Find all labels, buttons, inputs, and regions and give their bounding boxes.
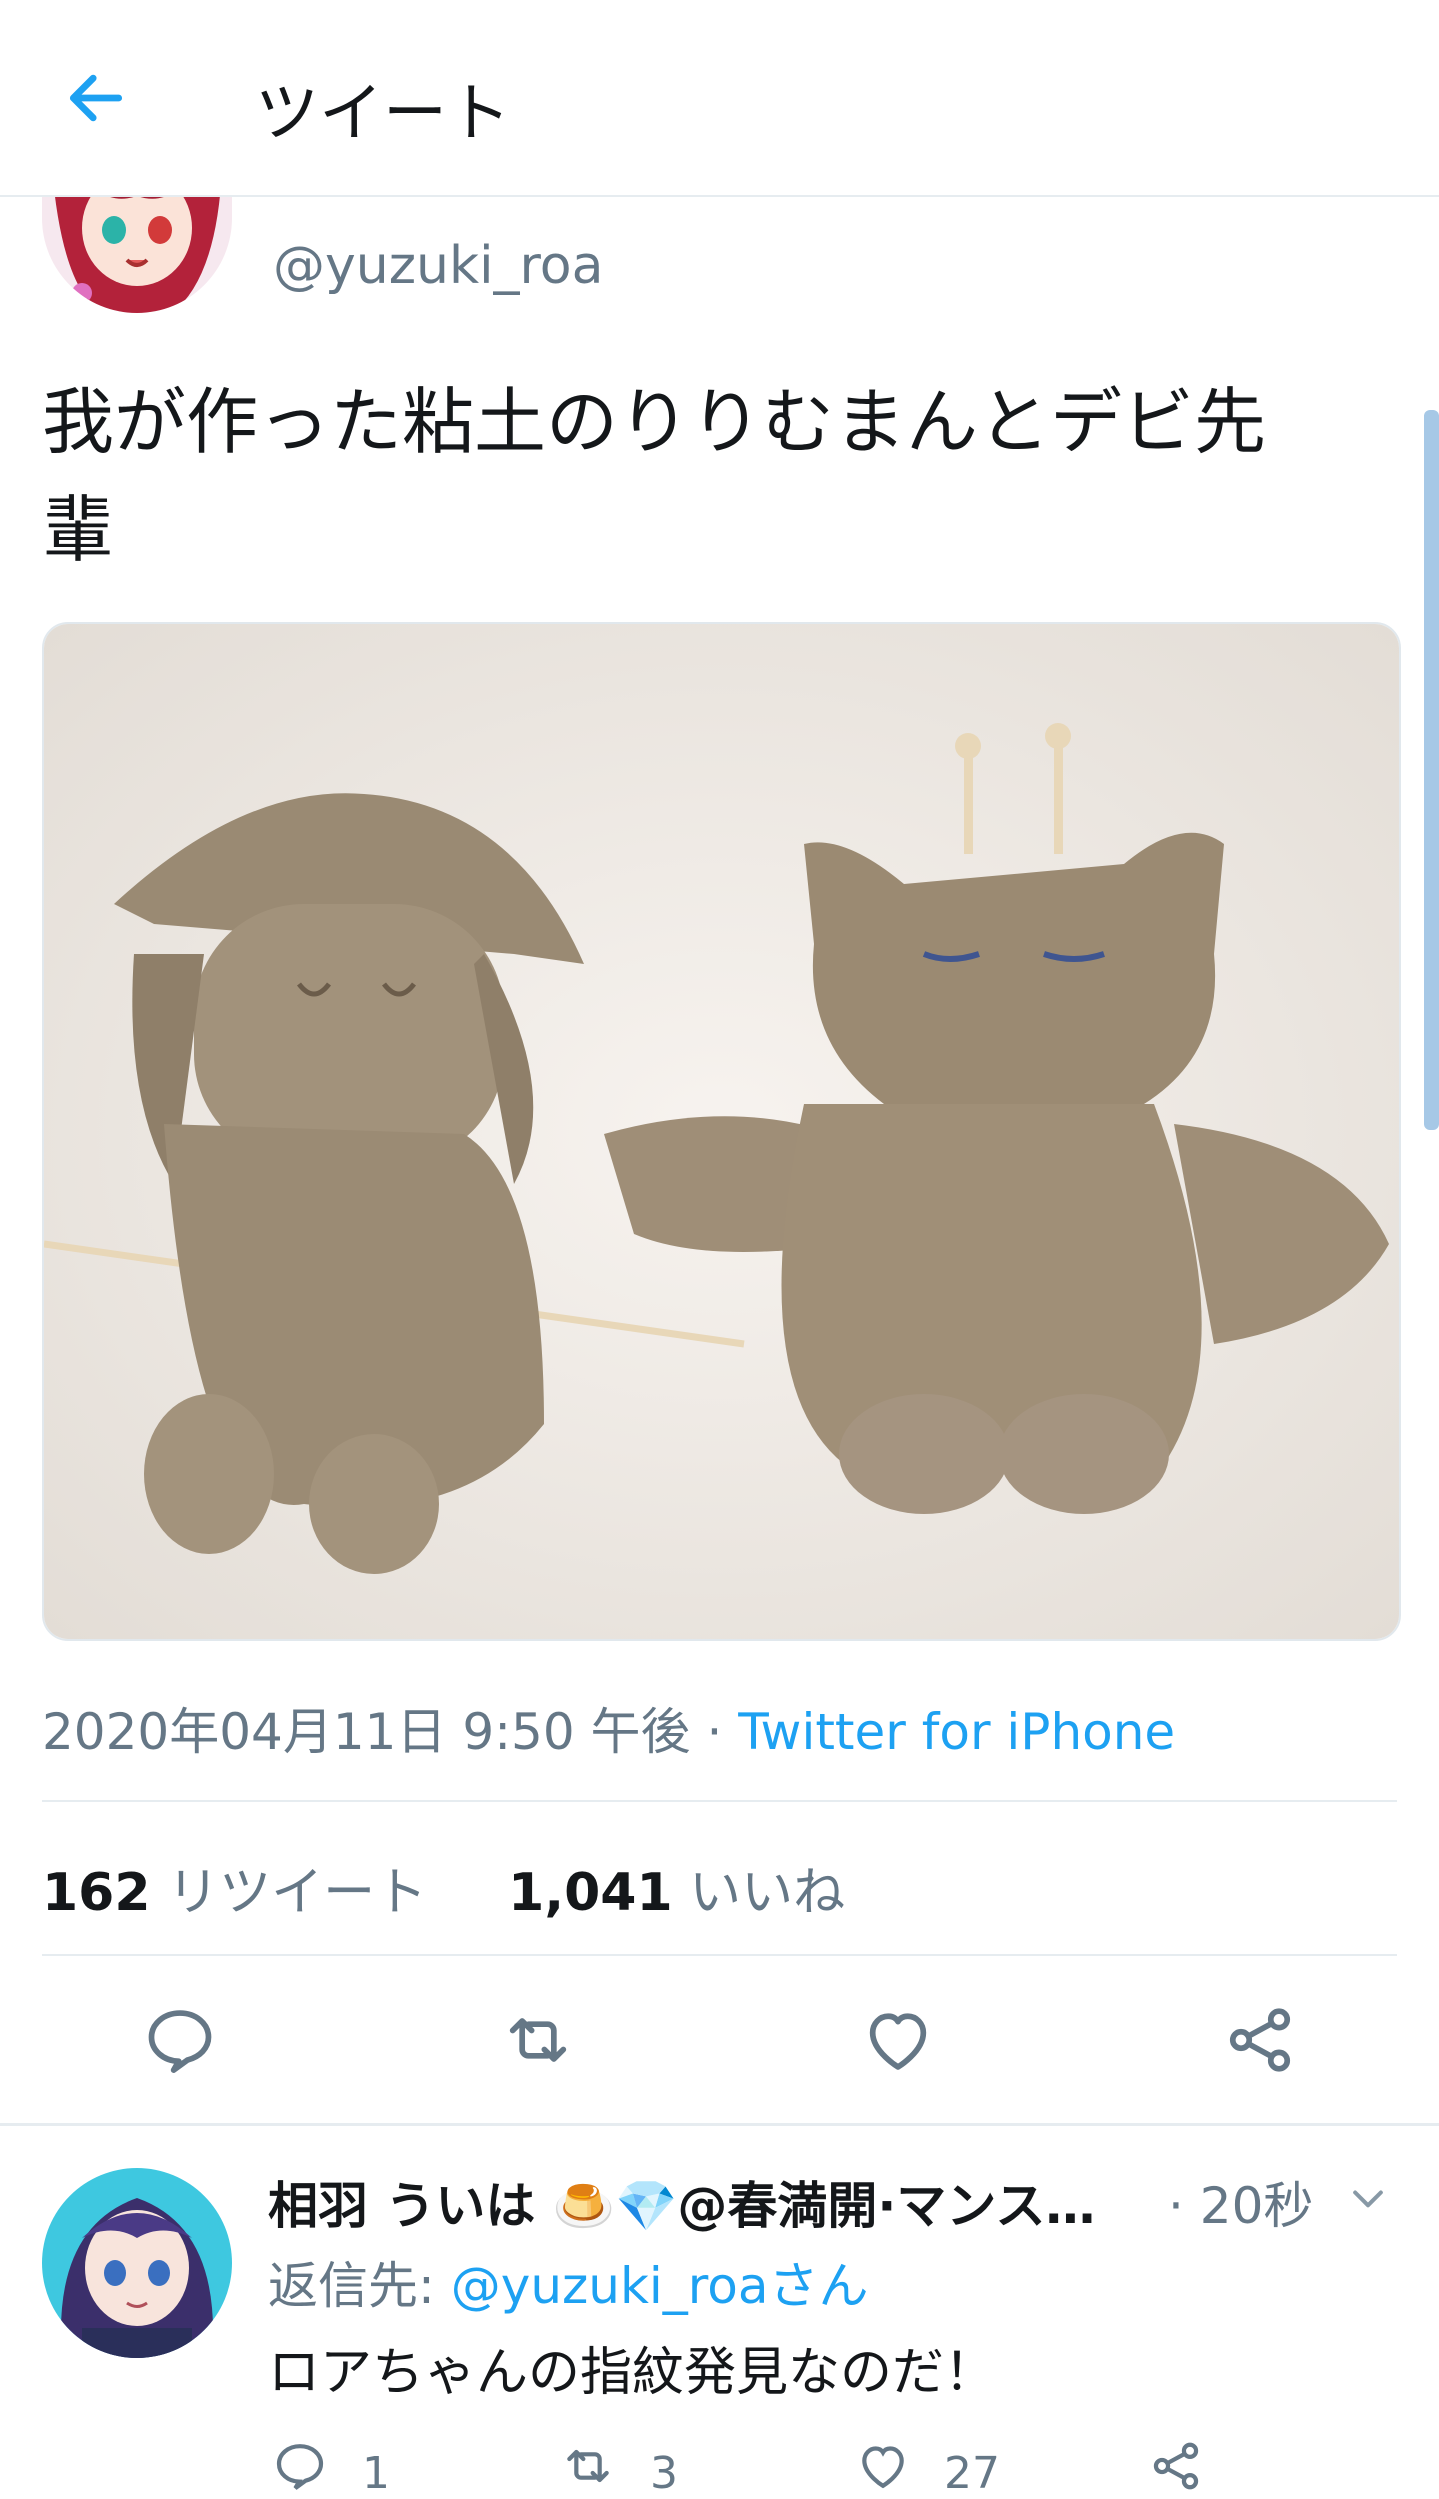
reply-count: 1 (362, 2448, 390, 2499)
top-app-bar: ツイート (0, 0, 1439, 197)
like-heart-icon[interactable] (860, 2002, 936, 2078)
back-arrow-icon[interactable] (62, 64, 130, 132)
retweet-icon[interactable] (560, 2438, 616, 2494)
section-divider (0, 2123, 1439, 2126)
share-icon[interactable] (1148, 2438, 1204, 2494)
page-title: ツイート (255, 77, 511, 151)
tweet-meta: 2020年04月11日 9:50 午後 · Twitter for iPhone (42, 1692, 1175, 1764)
tweet-photo[interactable] (42, 622, 1401, 1641)
reply-text: ロアちゃんの指紋発見なのだ！ (268, 2343, 997, 2403)
reply-author-avatar[interactable] (42, 2168, 232, 2358)
author-handle[interactable]: @yuzuki_roa (273, 236, 603, 296)
tweet-source-link[interactable]: Twitter for iPhone (738, 1703, 1175, 1761)
reply-timestamp: · 20秒 (1168, 2177, 1314, 2235)
like-count[interactable]: 1,041 (508, 1863, 672, 1923)
reply-icon[interactable] (142, 2002, 218, 2078)
meta-separator: · (706, 1703, 723, 1761)
tweet-text: 我が作った粘土のりりむまんとデビ先 輩 (42, 368, 1382, 584)
scrollbar[interactable] (1424, 410, 1439, 1130)
reply-to-prefix: 返信先: (268, 2257, 451, 2315)
reply-header: 相羽 ういは 🍮💎@春満開·マンス… · 20秒 (268, 2166, 1383, 2238)
clay-figures-image (44, 624, 1399, 1639)
retweet-count[interactable]: 162 (42, 1863, 151, 1923)
share-icon[interactable] (1222, 2002, 1298, 2078)
reply-retweet-count: 3 (650, 2448, 678, 2499)
tweet-text-line: 輩 (42, 488, 115, 572)
anime-avatar-image (42, 2168, 232, 2358)
reply-like-count: 27 (944, 2448, 1000, 2499)
like-label[interactable]: いいね (689, 1863, 845, 1923)
divider (42, 1800, 1397, 1802)
reply-icon[interactable] (272, 2438, 328, 2494)
reply-to-mention[interactable]: @yuzuki_roaさん (451, 2257, 869, 2315)
retweet-icon[interactable] (500, 2002, 576, 2078)
reply-author-name[interactable]: 相羽 ういは 🍮💎@春満開·マンス… (268, 2166, 1095, 2238)
tweet-timestamp[interactable]: 2020年04月11日 9:50 午後 (42, 1703, 691, 1761)
tweet-text-line: 我が作った粘土のりりむまんとデビ先 (42, 380, 1267, 464)
reply-to-line: 返信先: @yuzuki_roaさん (268, 2246, 869, 2318)
chevron-down-icon[interactable] (1346, 2176, 1390, 2220)
like-heart-icon[interactable] (855, 2438, 911, 2494)
divider (42, 1954, 1397, 1956)
retweet-label[interactable]: リツイート (167, 1863, 427, 1923)
tweet-stats: 162 リツイート 1,041 いいね (42, 1850, 845, 1925)
